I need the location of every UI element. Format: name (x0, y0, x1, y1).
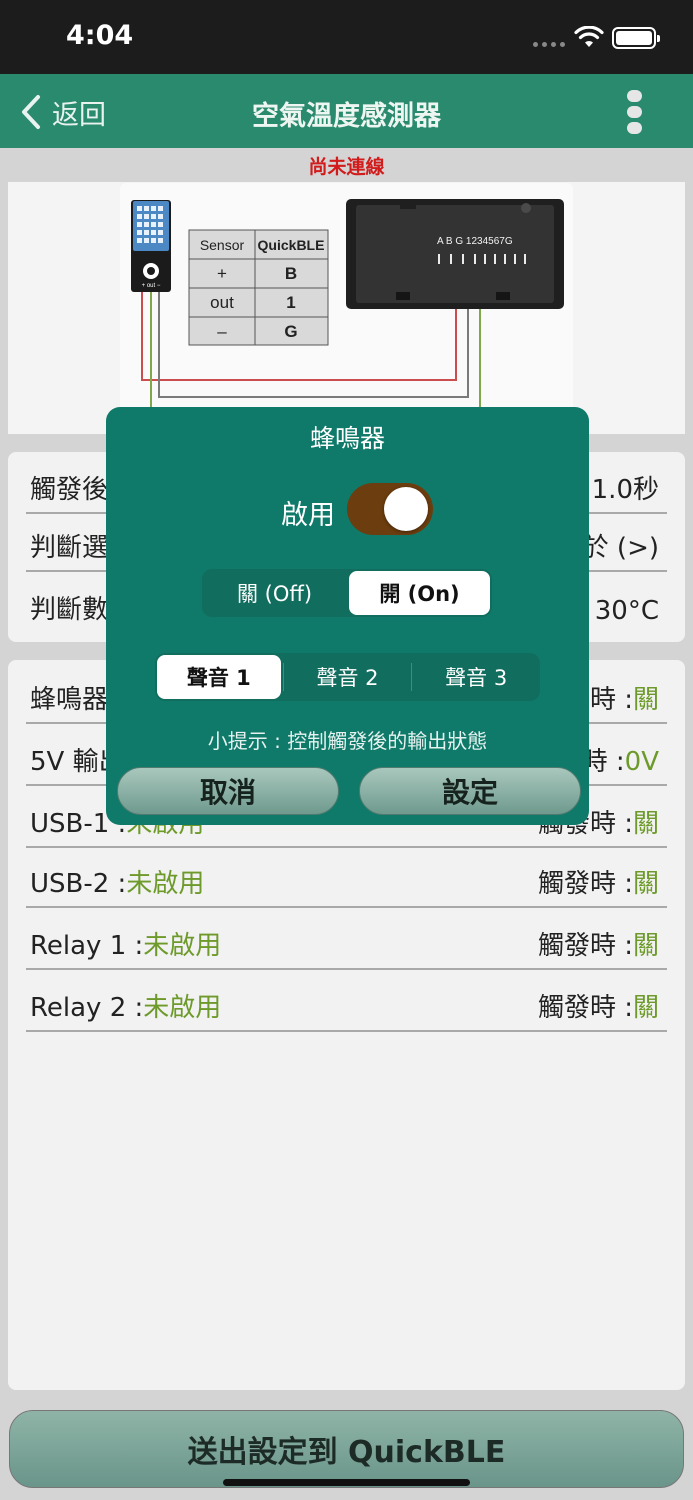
back-button[interactable]: 返回 (20, 92, 106, 132)
output-status: 未啟用 (143, 931, 222, 961)
trigger-after-label: 觸發後 (30, 475, 109, 505)
output-status: 未啟用 (126, 869, 205, 899)
wifi-icon (574, 26, 604, 47)
chevron-left-icon (22, 95, 40, 129)
segment-sound-3[interactable]: 聲音 3 (414, 655, 538, 699)
segment-divider (411, 663, 413, 691)
output-name: USB-2 : (30, 869, 127, 899)
cancel-button[interactable]: 取消 (117, 767, 339, 815)
segment-on[interactable]: 開 (On) (349, 571, 490, 615)
status-time: 4:04 (66, 20, 134, 51)
table-cell: B (285, 264, 297, 283)
trigger-value: 關 (632, 931, 659, 961)
sensor-pin-labels: + out − (142, 283, 161, 289)
battery-icon (612, 27, 660, 49)
pin-labels: A B G 1234567G (437, 236, 513, 247)
output-row-relay2[interactable]: Relay 2 :未啟用 觸發時 :關 (26, 978, 667, 1032)
trigger-value: 關 (632, 869, 659, 899)
table-cell: G (284, 322, 297, 341)
sound-segmented-control: 聲音 1 聲音 2 聲音 3 (155, 653, 540, 701)
judge-condition-value: 於 (>) (582, 533, 659, 563)
more-menu-icon[interactable] (623, 90, 645, 134)
judge-condition-label: 判斷選 (30, 533, 109, 563)
trigger-label: 觸發時 : (537, 931, 633, 961)
output-row-usb2[interactable]: USB-2 :未啟用 觸發時 :關 (26, 854, 667, 908)
dialog-hint: 小提示 : 控制觸發後的輸出狀態 (207, 729, 488, 753)
dialog-title: 蜂鳴器 (309, 424, 385, 453)
wiring-diagram: + out − Sensor QuickBLE + B out 1 – G A … (131, 199, 564, 415)
judge-value-value: 30°C (594, 596, 659, 626)
status-bar: 4:04 (0, 0, 693, 74)
table-cell: + (217, 264, 227, 283)
on-off-segmented-control: 關 (Off) 開 (On) (202, 569, 492, 617)
trigger-value: 關 (632, 809, 659, 839)
send-settings-button[interactable]: 送出設定到 QuickBLE (9, 1410, 684, 1488)
enable-toggle[interactable] (347, 483, 433, 535)
output-name: Relay 1 : (30, 931, 144, 961)
table-header-sensor: Sensor (200, 237, 245, 253)
trigger-value: 關 (632, 993, 659, 1023)
segment-sound-2[interactable]: 聲音 2 (286, 655, 410, 699)
trigger-label: 時 : (589, 685, 633, 715)
home-indicator (223, 1479, 470, 1486)
segment-off[interactable]: 關 (Off) (204, 571, 345, 615)
segment-sound-1[interactable]: 聲音 1 (157, 655, 281, 699)
trigger-value: 關 (632, 685, 659, 715)
trigger-value: 0V (624, 747, 659, 777)
output-name: 蜂鳴器 (30, 685, 109, 715)
table-cell: – (217, 322, 227, 341)
toggle-knob (384, 487, 428, 531)
output-name: Relay 2 : (30, 993, 144, 1023)
trigger-after-value: 1.0秒 (591, 475, 659, 505)
enable-label: 啟用 (281, 500, 335, 531)
back-label: 返回 (52, 99, 106, 131)
table-cell: 1 (286, 293, 295, 312)
nav-bar: 返回 空氣溫度感測器 (0, 74, 693, 148)
cellular-signal-icon (533, 42, 565, 47)
trigger-label: 觸發時 : (537, 993, 633, 1023)
output-status: 未啟用 (143, 993, 222, 1023)
confirm-button[interactable]: 設定 (359, 767, 581, 815)
trigger-label: 觸發時 : (537, 869, 633, 899)
table-header-quickble: QuickBLE (258, 237, 325, 253)
segment-divider (282, 663, 284, 691)
table-cell: out (210, 293, 234, 312)
judge-value-label: 判斷數 (30, 595, 109, 625)
connection-status: 尚未連線 (308, 156, 385, 178)
buzzer-dialog: 蜂鳴器 啟用 關 (Off) 開 (On) 聲音 1 聲音 2 聲音 3 小提示… (106, 407, 589, 825)
output-row-relay1[interactable]: Relay 1 :未啟用 觸發時 :關 (26, 916, 667, 970)
